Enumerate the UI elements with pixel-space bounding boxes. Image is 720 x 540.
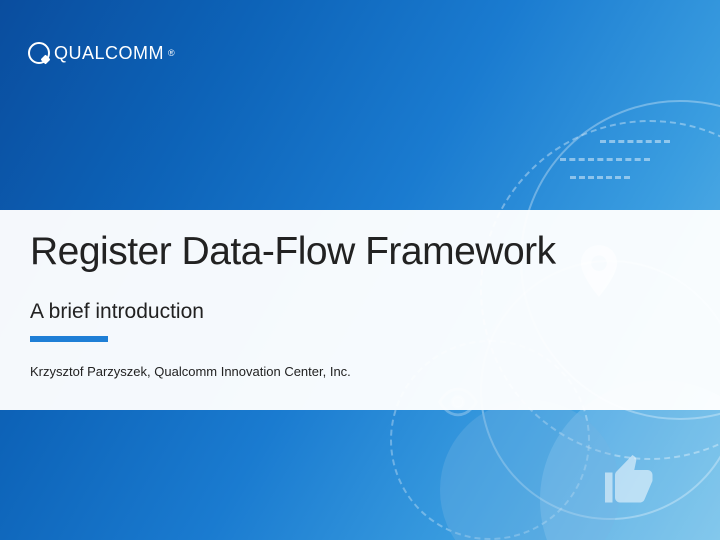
qualcomm-q-icon (28, 42, 50, 64)
accent-bar (30, 336, 108, 342)
filled-circle-icon (440, 400, 620, 540)
slide-subtitle: A brief introduction (30, 300, 690, 324)
title-slide: QUALCOMM ® Register Data-Flow Framework … (0, 0, 720, 540)
dash-cluster (470, 140, 670, 200)
content-band: Register Data-Flow Framework A brief int… (0, 210, 720, 410)
slide-author: Krzysztof Parzyszek, Qualcomm Innovation… (30, 364, 690, 379)
brand-logo: QUALCOMM ® (28, 42, 175, 64)
registered-mark: ® (168, 48, 175, 58)
slide-title: Register Data-Flow Framework (30, 230, 690, 274)
thumbs-up-icon (600, 450, 660, 510)
brand-name: QUALCOMM (54, 43, 164, 64)
